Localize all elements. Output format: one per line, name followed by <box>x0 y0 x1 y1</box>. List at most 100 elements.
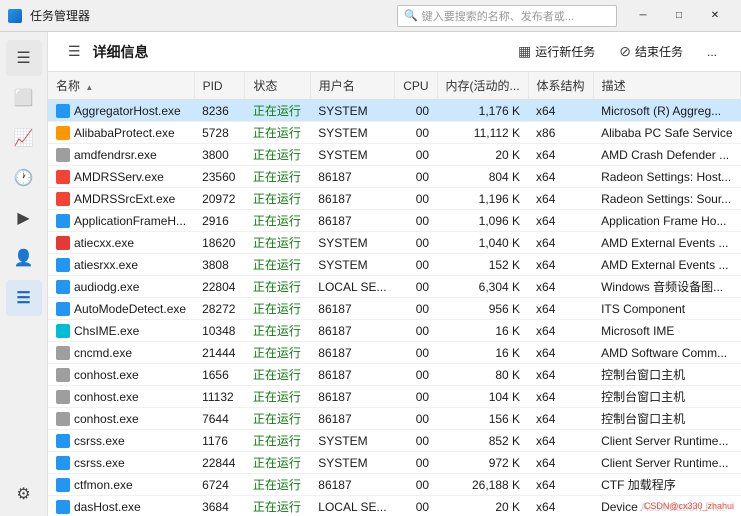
sidebar-settings[interactable]: ⚙ <box>6 480 42 516</box>
cell-pid: 2916 <box>194 210 245 232</box>
table-body: AggregatorHost.exe 8236 正在运行 SYSTEM 00 1… <box>48 100 741 516</box>
col-memory[interactable]: 内存(活动的... <box>437 72 528 100</box>
cell-cpu: 00 <box>395 452 437 474</box>
sidebar-hamburger[interactable]: ☰ <box>6 40 42 76</box>
more-options-label: ... <box>707 45 717 59</box>
end-task-button[interactable]: ⊘ 结束任务 <box>611 39 691 64</box>
search-box[interactable]: 🔍 键入要搜索的名称、发布者或... <box>397 5 617 27</box>
cell-desc: 控制台窗口主机 <box>593 408 740 430</box>
cell-name: conhost.exe <box>48 386 194 408</box>
table-row[interactable]: AMDRSSrcExt.exe 20972 正在运行 86187 00 1,19… <box>48 188 741 210</box>
search-placeholder: 键入要搜索的名称、发布者或... <box>422 8 610 24</box>
cell-user: 86187 <box>310 298 394 320</box>
cell-memory: 972 K <box>437 452 528 474</box>
process-icon <box>56 192 70 206</box>
cell-desc: AMD External Events ... <box>593 232 740 254</box>
table-row[interactable]: AggregatorHost.exe 8236 正在运行 SYSTEM 00 1… <box>48 100 741 122</box>
cell-cpu: 00 <box>395 298 437 320</box>
table-row[interactable]: AutoModeDetect.exe 28272 正在运行 86187 00 9… <box>48 298 741 320</box>
cell-user: 86187 <box>310 342 394 364</box>
sidebar-startup[interactable]: ▶ <box>6 200 42 236</box>
cell-user: SYSTEM <box>310 122 394 144</box>
cell-name: AMDRSServ.exe <box>48 166 194 188</box>
table-row[interactable]: conhost.exe 7644 正在运行 86187 00 156 K x64… <box>48 408 741 430</box>
cell-name: ApplicationFrameH... <box>48 210 194 232</box>
table-row[interactable]: audiodg.exe 22804 正在运行 LOCAL SE... 00 6,… <box>48 276 741 298</box>
run-task-icon: ▦ <box>518 43 531 60</box>
table-row[interactable]: atiecxx.exe 18620 正在运行 SYSTEM 00 1,040 K… <box>48 232 741 254</box>
cell-arch: x64 <box>528 364 593 386</box>
table-row[interactable]: AMDRSServ.exe 23560 正在运行 86187 00 804 K … <box>48 166 741 188</box>
cell-status: 正在运行 <box>245 276 310 298</box>
close-button[interactable]: ✕ <box>697 0 733 32</box>
sidebar-processes[interactable]: ⬜ <box>6 80 42 116</box>
cell-arch: x64 <box>528 342 593 364</box>
cell-user: SYSTEM <box>310 430 394 452</box>
cell-user: LOCAL SE... <box>310 496 394 516</box>
table-row[interactable]: amdfendrsr.exe 3800 正在运行 SYSTEM 00 20 K … <box>48 144 741 166</box>
process-icon <box>56 412 70 426</box>
maximize-button[interactable]: □ <box>661 0 697 32</box>
cell-arch: x64 <box>528 210 593 232</box>
cell-cpu: 00 <box>395 408 437 430</box>
table-row[interactable]: AlibabaProtect.exe 5728 正在运行 SYSTEM 00 1… <box>48 122 741 144</box>
process-icon <box>56 170 70 184</box>
table-row[interactable]: ctfmon.exe 6724 正在运行 86187 00 26,188 K x… <box>48 474 741 496</box>
table-row[interactable]: ChsIME.exe 10348 正在运行 86187 00 16 K x64 … <box>48 320 741 342</box>
cell-arch: x64 <box>528 166 593 188</box>
cell-user: 86187 <box>310 188 394 210</box>
cell-memory: 1,176 K <box>437 100 528 122</box>
cell-pid: 8236 <box>194 100 245 122</box>
table-row[interactable]: cncmd.exe 21444 正在运行 86187 00 16 K x64 A… <box>48 342 741 364</box>
table-row[interactable]: csrss.exe 22844 正在运行 SYSTEM 00 972 K x64… <box>48 452 741 474</box>
cell-memory: 1,096 K <box>437 210 528 232</box>
cell-cpu: 00 <box>395 232 437 254</box>
table-container[interactable]: 名称 ▲ PID 状态 用户名 CPU 内存(活动的... 体系结构 描述 <box>48 72 741 516</box>
table-row[interactable]: conhost.exe 1656 正在运行 86187 00 80 K x64 … <box>48 364 741 386</box>
col-arch[interactable]: 体系结构 <box>528 72 593 100</box>
more-options-button[interactable]: ... <box>699 41 725 63</box>
minimize-button[interactable]: ─ <box>625 0 661 32</box>
cell-memory: 852 K <box>437 430 528 452</box>
cell-pid: 5728 <box>194 122 245 144</box>
table-row[interactable]: csrss.exe 1176 正在运行 SYSTEM 00 852 K x64 … <box>48 430 741 452</box>
process-icon <box>56 500 70 514</box>
run-task-label: 运行新任务 <box>535 43 595 60</box>
end-task-icon: ⊘ <box>619 43 631 60</box>
cell-status: 正在运行 <box>245 474 310 496</box>
sidebar-users[interactable]: 👤 <box>6 240 42 276</box>
table-row[interactable]: dasHost.exe 3684 正在运行 LOCAL SE... 00 20 … <box>48 496 741 516</box>
cell-arch: x64 <box>528 430 593 452</box>
sidebar-history[interactable]: 🕐 <box>6 160 42 196</box>
app-title: 任务管理器 <box>30 7 389 24</box>
sidebar-details[interactable]: ☰ <box>6 280 42 316</box>
process-icon <box>56 324 70 338</box>
cell-desc: Radeon Settings: Host... <box>593 166 740 188</box>
cell-status: 正在运行 <box>245 166 310 188</box>
run-task-button[interactable]: ▦ 运行新任务 <box>510 39 603 64</box>
table-row[interactable]: atiesrxx.exe 3808 正在运行 SYSTEM 00 152 K x… <box>48 254 741 276</box>
col-user[interactable]: 用户名 <box>310 72 394 100</box>
cell-name: atiecxx.exe <box>48 232 194 254</box>
col-desc[interactable]: 描述 <box>593 72 740 100</box>
cell-memory: 11,112 K <box>437 122 528 144</box>
table-row[interactable]: ApplicationFrameH... 2916 正在运行 86187 00 … <box>48 210 741 232</box>
cell-name: dasHost.exe <box>48 496 194 516</box>
cell-user: LOCAL SE... <box>310 276 394 298</box>
col-cpu[interactable]: CPU <box>395 72 437 100</box>
header-menu-icon[interactable]: ☰ <box>64 39 85 64</box>
cell-status: 正在运行 <box>245 122 310 144</box>
content-header: ☰ 详细信息 ▦ 运行新任务 ⊘ 结束任务 ... <box>48 32 741 72</box>
cell-memory: 80 K <box>437 364 528 386</box>
cell-memory: 20 K <box>437 496 528 516</box>
cell-memory: 20 K <box>437 144 528 166</box>
cell-desc: ITS Component <box>593 298 740 320</box>
table-row[interactable]: conhost.exe 11132 正在运行 86187 00 104 K x6… <box>48 386 741 408</box>
cell-user: 86187 <box>310 320 394 342</box>
col-name[interactable]: 名称 ▲ <box>48 72 194 100</box>
col-pid[interactable]: PID <box>194 72 245 100</box>
sidebar-performance[interactable]: 📈 <box>6 120 42 156</box>
cell-memory: 26,188 K <box>437 474 528 496</box>
sidebar: ☰ ⬜ 📈 🕐 ▶ 👤 ☰ ⚙ <box>0 32 48 516</box>
col-status[interactable]: 状态 <box>245 72 310 100</box>
